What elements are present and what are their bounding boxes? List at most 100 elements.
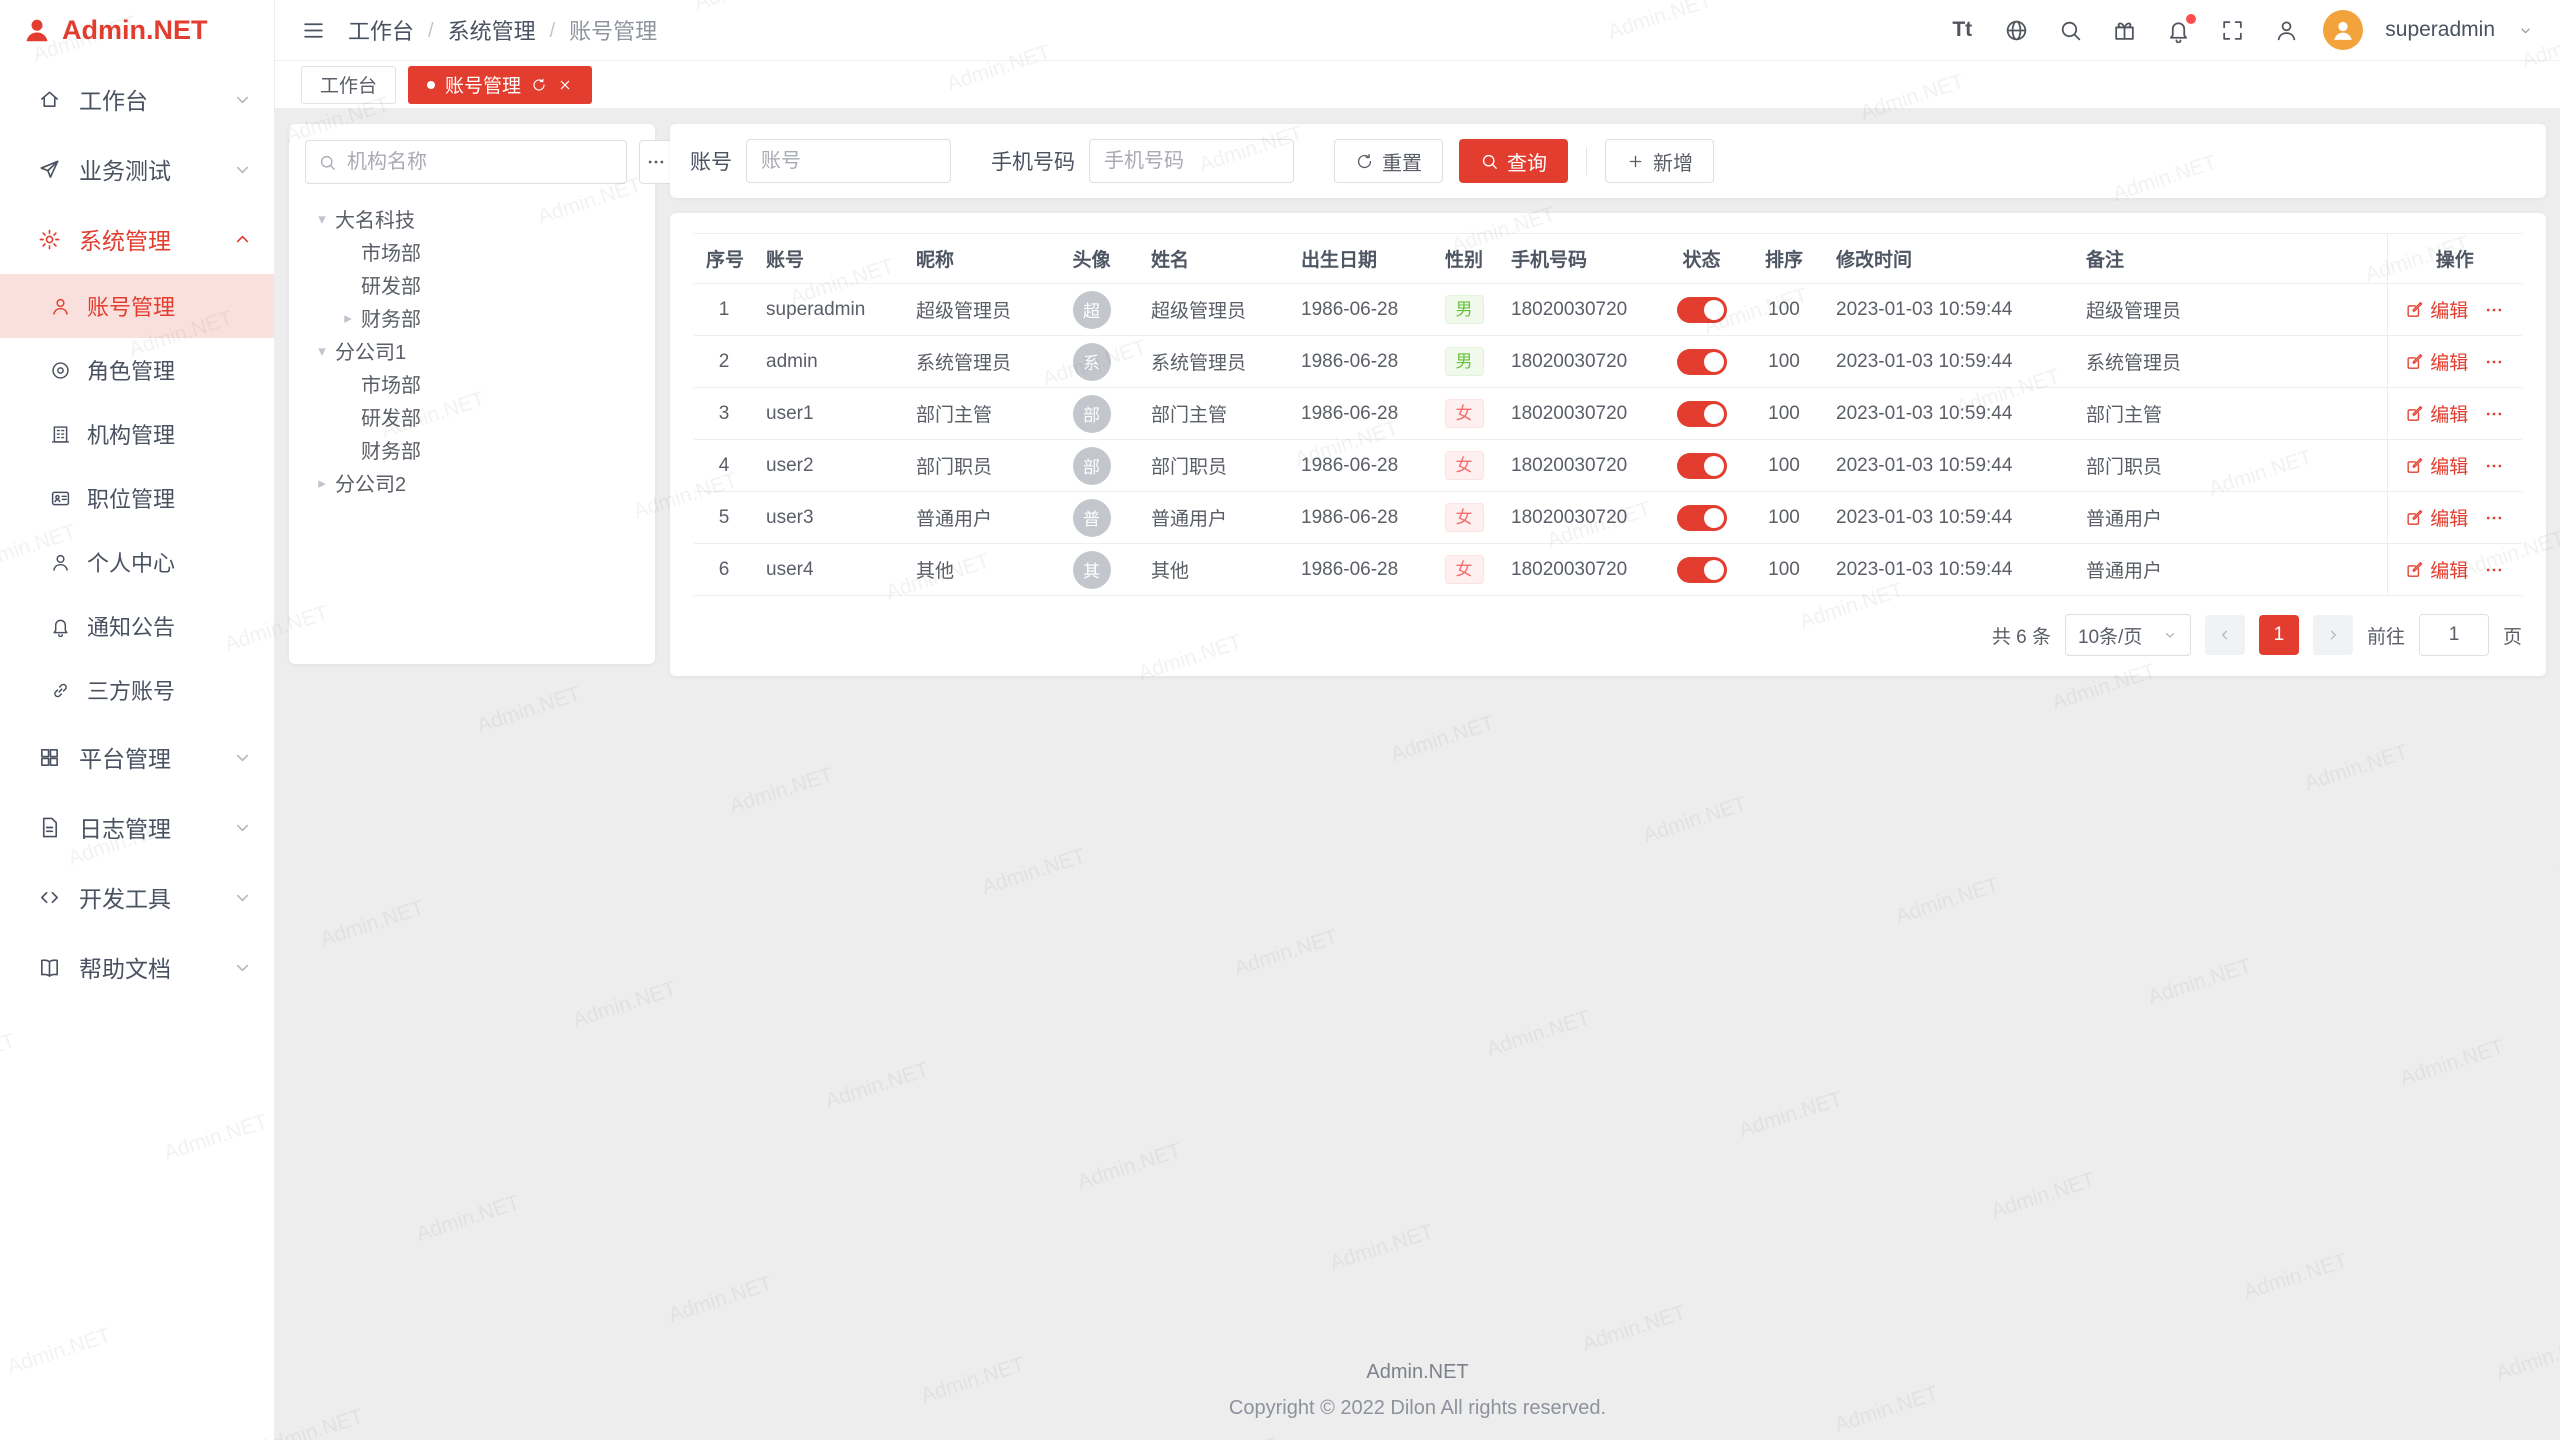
status-toggle[interactable] [1677,453,1727,479]
sidebar-item[interactable]: 系统管理 [0,204,274,274]
sidebar-menu: 工作台业务测试系统管理账号管理角色管理机构管理职位管理个人中心通知公告三方账号平… [0,60,274,1440]
gift-icon[interactable] [2109,15,2139,45]
search-icon [318,153,337,172]
fullscreen-icon[interactable] [2217,15,2247,45]
main-area: 工作台 系统管理 账号管理 Tt superadmin 工作台 账号管理 [275,0,2560,1440]
cell-gender: 男 [1429,284,1499,336]
tree-node[interactable]: 市场部 [305,367,639,400]
cell-name: 部门主管 [1139,388,1289,440]
status-toggle[interactable] [1677,349,1727,375]
sidebar-subitem[interactable]: 角色管理 [0,338,274,402]
edit-button[interactable]: 编辑 [2405,504,2468,531]
caret-down-icon[interactable]: ▾ [309,210,335,228]
caret-right-icon[interactable]: ▸ [335,309,361,327]
sidebar-subitem[interactable]: 职位管理 [0,466,274,530]
caret-right-icon[interactable]: ▸ [309,474,335,492]
menu-collapse-icon[interactable] [301,18,326,43]
tree-node[interactable]: 研发部 [305,268,639,301]
tree-search-bar [305,140,639,184]
tree-node[interactable]: ▾分公司1 [305,334,639,367]
tree-node[interactable]: 市场部 [305,235,639,268]
add-button[interactable]: 新增 [1605,139,1714,183]
user-avatar[interactable] [2323,10,2363,50]
page-size-select[interactable]: 10条/页 [2065,614,2191,656]
goto-page-input[interactable] [2419,614,2489,656]
edit-button[interactable]: 编辑 [2405,348,2468,375]
caret-down-icon[interactable]: ▾ [309,342,335,360]
query-button[interactable]: 查询 [1459,139,1568,183]
tree-node[interactable]: ▸分公司2 [305,466,639,499]
tree-more-button[interactable] [639,140,673,184]
cell-status [1659,492,1744,544]
more-actions-button[interactable] [2484,352,2504,372]
sidebar-item[interactable]: 业务测试 [0,134,274,204]
tab-account-management[interactable]: 账号管理 [408,66,592,104]
status-toggle[interactable] [1677,401,1727,427]
sidebar-subitem[interactable]: 通知公告 [0,594,274,658]
cell-modified: 2023-01-03 10:59:44 [1824,440,2074,492]
sidebar-subitem[interactable]: 机构管理 [0,402,274,466]
reset-label: 重置 [1382,147,1422,176]
tree-node[interactable]: ▾大名科技 [305,202,639,235]
search-icon[interactable] [2055,15,2085,45]
column-header: 排序 [1744,234,1824,284]
chevron-down-icon[interactable] [2517,22,2534,39]
gender-tag: 男 [1445,295,1484,324]
sidebar-item[interactable]: 工作台 [0,64,274,134]
more-actions-button[interactable] [2484,404,2504,424]
breadcrumb-item[interactable]: 工作台 [348,14,414,46]
cell-nickname: 普通用户 [904,492,1044,544]
refresh-icon[interactable] [531,77,547,93]
sidebar-item[interactable]: 平台管理 [0,722,274,792]
org-search-input[interactable] [345,150,614,175]
sidebar-item[interactable]: 帮助文档 [0,932,274,1002]
app-logo[interactable]: Admin.NET [0,0,274,60]
more-actions-button[interactable] [2484,300,2504,320]
column-header: 备注 [2074,234,2387,284]
breadcrumb-item[interactable]: 系统管理 [448,14,536,46]
status-toggle[interactable] [1677,297,1727,323]
edit-button[interactable]: 编辑 [2405,556,2468,583]
tree-node[interactable]: 研发部 [305,400,639,433]
cell-status [1659,440,1744,492]
cell-nickname: 部门主管 [904,388,1044,440]
page-number-button[interactable]: 1 [2259,615,2299,655]
accounts-table-card: 序号账号昵称头像姓名出生日期性别手机号码状态排序修改时间备注操作 1supera… [670,213,2546,676]
font-size-icon[interactable]: Tt [1947,15,1977,45]
tree-node-label: 市场部 [361,369,421,398]
reset-button[interactable]: 重置 [1334,139,1443,183]
footer: Admin.NET Copyright © 2022 Dilon All rig… [289,1338,2546,1440]
edit-button[interactable]: 编辑 [2405,296,2468,323]
cell-account: admin [754,336,904,388]
sidebar-item[interactable]: 日志管理 [0,792,274,862]
sidebar-item-label: 系统管理 [79,222,171,256]
edit-button[interactable]: 编辑 [2405,400,2468,427]
sidebar-subitem[interactable]: 账号管理 [0,274,274,338]
tree-node[interactable]: ▸财务部 [305,301,639,334]
status-toggle[interactable] [1677,505,1727,531]
breadcrumb-separator [550,17,556,43]
prev-page-button[interactable] [2205,615,2245,655]
tree-node[interactable]: 财务部 [305,433,639,466]
phone-input[interactable] [1089,139,1294,183]
sidebar-item-label: 平台管理 [79,740,171,774]
close-icon[interactable] [557,77,573,93]
more-actions-button[interactable] [2484,456,2504,476]
globe-icon[interactable] [2001,15,2031,45]
account-input[interactable] [746,139,951,183]
tab-workbench[interactable]: 工作台 [301,66,396,104]
sidebar-subitem[interactable]: 个人中心 [0,530,274,594]
sidebar-subitem[interactable]: 三方账号 [0,658,274,722]
sidebar-item[interactable]: 开发工具 [0,862,274,932]
status-toggle[interactable] [1677,557,1727,583]
tabbar: 工作台 账号管理 [275,60,2560,108]
bell-icon[interactable] [2163,15,2193,45]
more-actions-button[interactable] [2484,560,2504,580]
edit-button[interactable]: 编辑 [2405,452,2468,479]
more-actions-button[interactable] [2484,508,2504,528]
chevron-down-icon [231,746,254,769]
username[interactable]: superadmin [2385,18,2495,42]
cell-actions: 编辑 [2387,544,2522,596]
user-outline-icon[interactable] [2271,15,2301,45]
next-page-button[interactable] [2313,615,2353,655]
